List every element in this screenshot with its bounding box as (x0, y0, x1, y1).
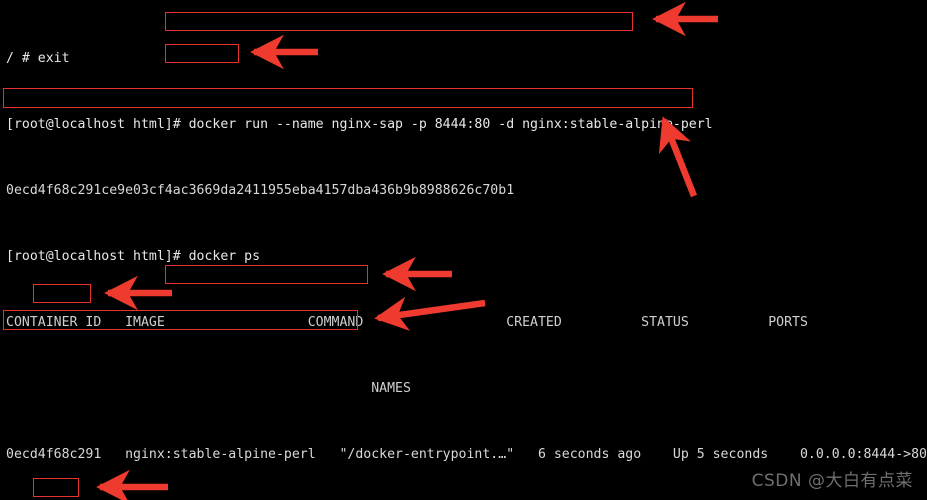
terminal-output[interactable]: / # exit [root@localhost html]# docker r… (0, 0, 927, 500)
terminal-line-container-hash: 0ecd4f68c291ce9e03cf4ac3669da2411955eba4… (6, 183, 515, 198)
docker-ps-header-names: NAMES (6, 381, 411, 396)
terminal-line: / # exit (6, 51, 70, 66)
csdn-watermark: CSDN @大白有点菜 (751, 471, 913, 491)
table-row: 0ecd4f68c291 nginx:stable-alpine-perl "/… (6, 447, 927, 462)
docker-ps-header: CONTAINER ID IMAGE COMMAND CREATED STATU… (6, 315, 808, 330)
terminal-line-docker-run: [root@localhost html]# docker run --name… (6, 117, 713, 132)
terminal-window[interactable]: / # exit [root@localhost html]# docker r… (0, 0, 927, 500)
terminal-line-docker-ps: [root@localhost html]# docker ps (6, 249, 261, 264)
